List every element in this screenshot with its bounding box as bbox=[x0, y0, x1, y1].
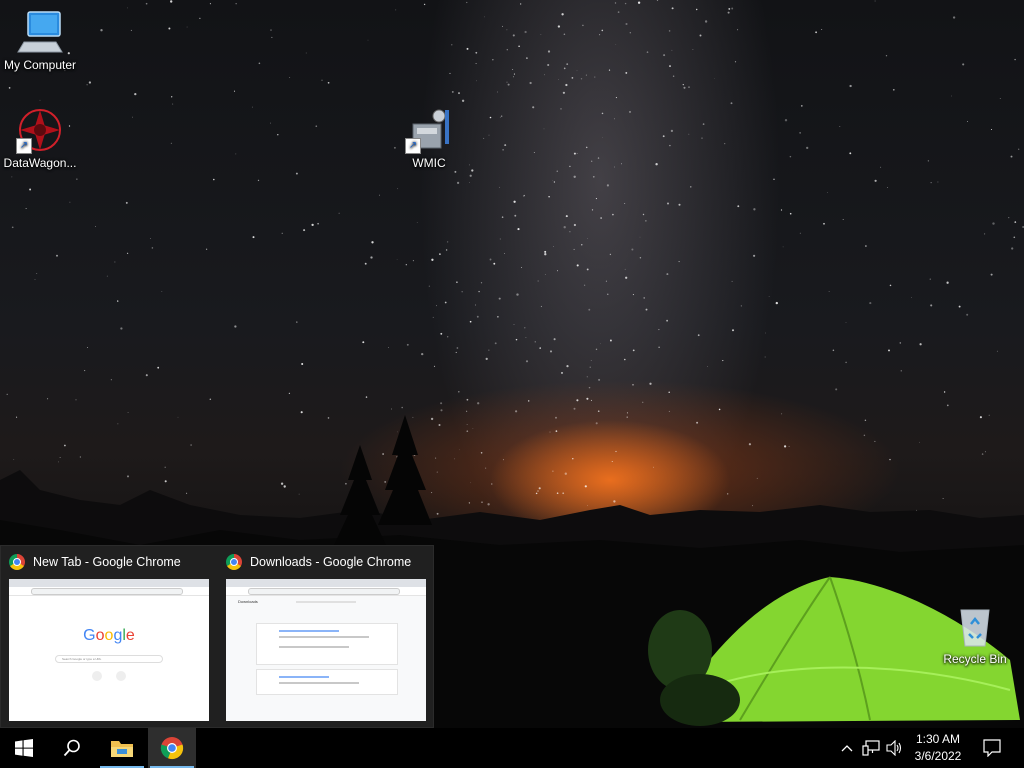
chrome-icon bbox=[226, 554, 242, 570]
chrome-icon bbox=[9, 554, 25, 570]
wmic-icon: ↗ bbox=[405, 106, 453, 154]
network-icon bbox=[862, 740, 880, 756]
shortcut-arrow-icon: ↗ bbox=[16, 138, 32, 154]
thumbnail-title: Downloads - Google Chrome bbox=[250, 555, 412, 569]
computer-icon bbox=[16, 8, 64, 56]
shortcut-arrow-icon: ↗ bbox=[405, 138, 421, 154]
thumbnail-new-tab[interactable]: New Tab - Google Chrome Google Search Go… bbox=[1, 546, 217, 728]
chrome-icon bbox=[160, 737, 184, 760]
desktop-icon-recycle-bin[interactable]: Recycle Bin bbox=[935, 602, 1015, 666]
downloads-page-title: Downloads bbox=[238, 599, 258, 604]
datawagon-icon: ↗ bbox=[16, 106, 64, 154]
search-icon bbox=[63, 739, 80, 757]
thumbnail-preview: Google Search Google or type a URL bbox=[9, 579, 209, 721]
mini-search-box: Search Google or type a URL bbox=[55, 655, 163, 663]
clock-time: 1:30 AM bbox=[915, 732, 961, 746]
show-hidden-icons-button[interactable] bbox=[835, 728, 859, 768]
desktop-icon-label: DataWagon... bbox=[3, 156, 77, 170]
desktop-icon-label: Recycle Bin bbox=[943, 652, 1007, 666]
google-logo: Google bbox=[83, 627, 135, 644]
thumbnail-title: New Tab - Google Chrome bbox=[33, 555, 181, 569]
start-button[interactable] bbox=[0, 728, 48, 768]
desktop-icon-label: WMIC bbox=[412, 156, 446, 170]
action-center-button[interactable] bbox=[968, 728, 1016, 768]
taskbar-clock[interactable]: 1:30 AM 3/6/2022 bbox=[906, 728, 970, 768]
desktop-icon-wmic[interactable]: ↗ WMIC bbox=[389, 106, 469, 170]
desktop-icon-label: My Computer bbox=[3, 58, 77, 72]
search-button[interactable] bbox=[48, 728, 96, 768]
thumbnail-downloads[interactable]: Downloads - Google Chrome Downloads bbox=[218, 546, 434, 728]
folder-icon bbox=[111, 741, 133, 757]
desktop-icon-my-computer[interactable]: My Computer bbox=[0, 8, 80, 72]
thumbnail-preview: Downloads bbox=[226, 579, 426, 721]
chevron-up-icon bbox=[841, 745, 853, 752]
taskbar-chrome[interactable] bbox=[148, 728, 196, 768]
clock-date: 3/6/2022 bbox=[914, 749, 962, 763]
volume-icon bbox=[886, 740, 902, 756]
taskbar-file-explorer[interactable] bbox=[98, 728, 146, 768]
volume-button[interactable] bbox=[883, 728, 907, 768]
network-button[interactable] bbox=[859, 728, 883, 768]
taskbar: 1:30 AM 3/6/2022 bbox=[0, 728, 1024, 768]
windows-start-icon bbox=[15, 739, 33, 757]
recycle-bin-icon bbox=[951, 602, 999, 650]
desktop-icon-datawagon[interactable]: ↗ DataWagon... bbox=[0, 106, 80, 170]
taskbar-thumbnail-popup: New Tab - Google Chrome Google Search Go… bbox=[0, 545, 434, 728]
notification-icon bbox=[983, 739, 1001, 757]
